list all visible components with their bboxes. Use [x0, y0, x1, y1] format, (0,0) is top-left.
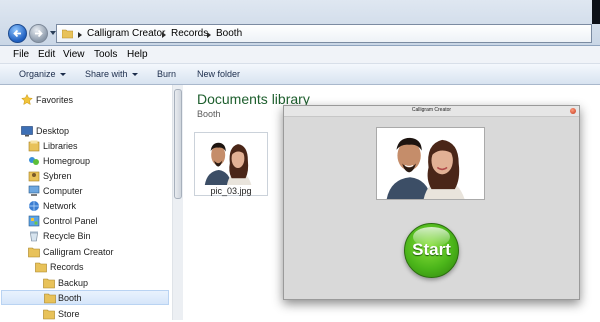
nav-label: Desktop: [36, 126, 70, 136]
menu-tools[interactable]: Tools: [94, 49, 117, 60]
folder-icon: [43, 278, 55, 289]
nav-label: Calligram Creator: [43, 247, 114, 257]
nav-label: Libraries: [43, 141, 78, 151]
chevron-down-icon: [59, 73, 66, 76]
breadcrumb-records[interactable]: Records: [171, 28, 208, 39]
scrollbar-thumb[interactable]: [174, 89, 182, 199]
folder-icon: [35, 262, 47, 273]
nav-favorites[interactable]: Favorites: [21, 93, 161, 108]
path-separator-icon: [78, 32, 82, 38]
star-icon: [21, 94, 33, 105]
user-folder-icon: [28, 171, 40, 182]
share-with-label: Share with: [85, 69, 128, 79]
menu-file[interactable]: File: [13, 49, 29, 60]
folder-icon: [62, 29, 73, 39]
nav-label: Booth: [58, 293, 82, 303]
folder-icon: [28, 247, 40, 258]
start-button[interactable]: Start: [404, 223, 459, 278]
nav-label: Sybren: [43, 171, 72, 181]
menu-help[interactable]: Help: [127, 49, 148, 60]
nav-label: Recycle Bin: [43, 231, 91, 241]
nav-computer[interactable]: Computer: [28, 184, 168, 199]
couple-photo-image: [199, 136, 263, 185]
back-button[interactable]: [8, 24, 27, 43]
organize-button[interactable]: Organize: [19, 69, 66, 79]
address-bar-area: Calligram Creator Records Booth: [0, 0, 600, 46]
couple-photo-preview: [376, 127, 485, 200]
nav-label: Records: [50, 262, 84, 272]
menu-edit[interactable]: Edit: [38, 49, 55, 60]
folder-icon: [44, 293, 56, 304]
nav-recycle-bin[interactable]: Recycle Bin: [28, 229, 168, 244]
nav-network[interactable]: Network: [28, 199, 168, 214]
close-icon[interactable]: [570, 108, 576, 114]
nav-calligram-creator[interactable]: Calligram Creator: [28, 245, 168, 260]
back-arrow-icon: [13, 29, 21, 38]
breadcrumb-booth[interactable]: Booth: [216, 28, 242, 39]
nav-backup[interactable]: Backup: [43, 276, 163, 291]
desktop-icon: [21, 126, 33, 137]
nav-records[interactable]: Records: [35, 260, 165, 275]
start-label: Start: [412, 240, 451, 259]
forward-button[interactable]: [29, 24, 48, 43]
nav-label: Network: [43, 201, 77, 211]
command-bar: Organize Share with Burn New folder: [0, 64, 600, 85]
nav-control-panel[interactable]: Control Panel: [28, 214, 168, 229]
recycle-bin-icon: [30, 231, 38, 242]
network-icon: [29, 201, 39, 211]
nav-booth[interactable]: Booth: [1, 290, 169, 305]
breadcrumb-calligram[interactable]: Calligram Creator: [87, 28, 165, 39]
navigation-pane: Favorites Desktop Libraries Homegroup Sy…: [0, 85, 172, 320]
menu-view[interactable]: View: [63, 49, 85, 60]
desktop-edge: [592, 0, 600, 24]
new-folder-button[interactable]: New folder: [197, 69, 240, 79]
nav-label: Homegroup: [43, 156, 91, 166]
control-panel-icon: [28, 215, 40, 227]
nav-label: Store: [58, 309, 80, 319]
nav-label: Control Panel: [43, 216, 98, 226]
app-title-bar: Calligram Creator: [284, 106, 579, 117]
nav-user[interactable]: Sybren: [28, 169, 168, 184]
burn-button[interactable]: Burn: [157, 69, 176, 79]
calligram-creator-window: Calligram Creator Start: [283, 105, 580, 300]
folder-icon: [43, 309, 55, 320]
couple-photo-thumbnail: [199, 136, 263, 185]
computer-icon: [28, 185, 40, 196]
nav-desktop[interactable]: Desktop: [21, 124, 161, 139]
nav-scrollbar[interactable]: [172, 85, 183, 320]
nav-homegroup[interactable]: Homegroup: [28, 154, 168, 169]
nav-label: Favorites: [36, 95, 74, 105]
homegroup-icon: [29, 157, 39, 165]
chevron-down-icon: [131, 73, 138, 76]
organize-label: Organize: [19, 69, 56, 79]
couple-photo-image: [377, 128, 484, 199]
libraries-icon: [28, 140, 40, 152]
app-title: Calligram Creator: [411, 107, 452, 113]
path-separator-icon: [207, 32, 211, 38]
nav-label: Backup: [58, 278, 89, 288]
menu-bar: File Edit View Tools Help: [0, 46, 600, 64]
library-subtitle: Booth: [197, 109, 221, 119]
nav-label: Computer: [43, 186, 83, 196]
path-separator-icon: [162, 32, 166, 38]
address-path-box[interactable]: Calligram Creator Records Booth: [56, 24, 592, 43]
file-name: pic_03.jpg: [210, 186, 252, 196]
nav-libraries[interactable]: Libraries: [28, 139, 168, 154]
share-with-button[interactable]: Share with: [85, 69, 138, 79]
forward-arrow-icon: [35, 29, 43, 38]
